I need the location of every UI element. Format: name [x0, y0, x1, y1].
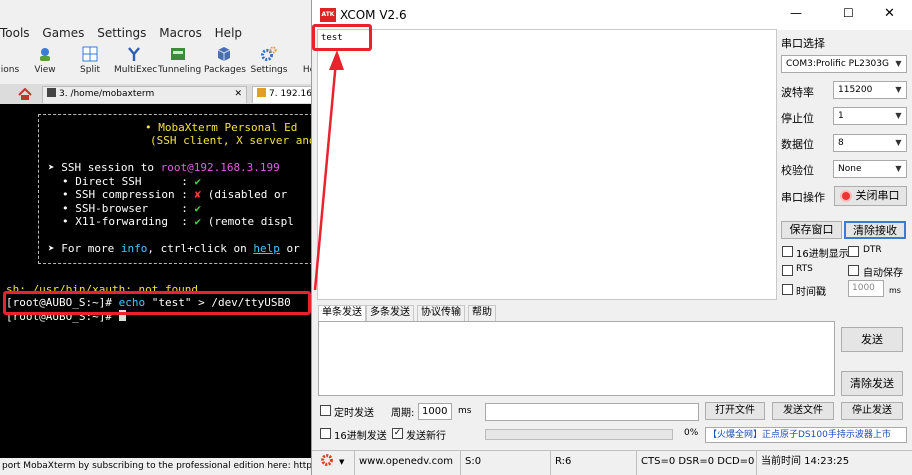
- annotation-arrow: [313, 50, 344, 291]
